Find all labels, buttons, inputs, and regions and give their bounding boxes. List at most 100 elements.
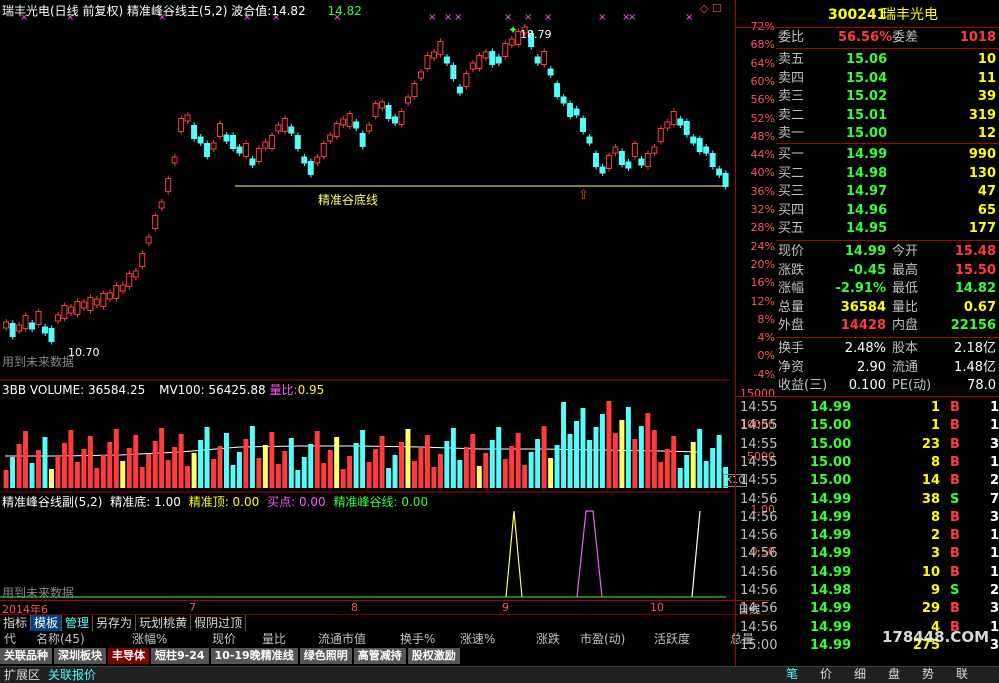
col-name[interactable]: 名称(45) [36,632,85,647]
btn-trend[interactable]: 势 [911,666,945,682]
col-price[interactable]: 现价 [212,632,236,647]
toolbar-custom2[interactable]: 假阴过顶 [191,615,247,631]
volume-bar [94,468,100,488]
bid-row[interactable]: 买五 14.95 177 [736,220,999,238]
x-axis: 2014年6 7 8 9 10 日线 [0,600,770,616]
bid-volume: 990 [968,147,996,162]
volume-bar [353,443,359,488]
volume-bar [327,450,333,488]
col-prefix: 代 [4,632,17,646]
stat-value: 22156 [950,318,996,333]
tab-shenzhen[interactable]: 深圳板块 [54,648,106,664]
tab-exec-reduce[interactable]: 高管减持 [353,648,406,664]
col-float-cap[interactable]: 流通市值 [318,632,366,647]
volume-bar [677,468,683,488]
volume-bar [710,448,716,488]
volume-bar [146,454,152,488]
toolbar-manage[interactable]: 管理 [62,615,94,631]
ask-row[interactable]: 卖三 15.02 39 [736,88,999,106]
candle [359,133,366,147]
volume-bar [625,407,631,488]
candle [87,297,94,311]
btn-detail[interactable]: 细 [843,666,877,682]
chart-corner-icons[interactable]: ◇ ☐ [700,2,722,15]
volume-bar [690,442,696,488]
tab-green-light[interactable]: 绿色照明 [299,648,352,664]
ask-row[interactable]: 卖一 15.00 12 [736,125,999,143]
candle [249,158,256,166]
stat-label: 内盘 [892,318,919,333]
btn-orderbook[interactable]: 盘 [877,666,911,682]
volume-bar [671,436,677,488]
volume-bar [3,470,9,488]
stat-label: 今开 [892,244,919,259]
candle [541,51,548,65]
candle [3,321,10,329]
btn-linked[interactable]: 联 [945,666,979,682]
sub-label-top: 精准顶: 0.00 [188,495,260,509]
tab-related[interactable]: 关联品种 [0,648,52,664]
svg-text:×: × [454,12,462,23]
svg-text:×: × [504,12,512,23]
chart-area[interactable]: × × × × × × × × × × × × × ×× × ✦ ⇧ [0,0,730,600]
toolbar-save-as[interactable]: 另存为 [93,615,137,631]
wave-value-2: 14.82 [327,4,362,18]
col-change-pct[interactable]: 涨幅% [132,632,167,647]
volume-bar [567,434,573,488]
col-activity[interactable]: 活跃度 [654,632,690,647]
candle [191,125,198,139]
toolbar-indicator[interactable]: 指标 [0,615,32,631]
ask-row[interactable]: 卖四 15.04 11 [736,70,999,88]
col-turnover[interactable]: 换手% [400,632,435,647]
volume-bar [68,430,74,488]
candle [450,65,457,79]
col-pe[interactable]: 市盈(动) [580,632,625,647]
tick-direction: B [950,473,960,489]
wc-value: 1018 [959,30,996,45]
candle [404,96,411,104]
candle [61,305,68,319]
toolbar-template[interactable]: 模板 [31,615,63,631]
bid-row[interactable]: 买三 14.97 47 [736,183,999,201]
bid-row[interactable]: 买二 14.98 130 [736,165,999,183]
ask-price: 15.02 [846,89,888,104]
candle [242,143,249,157]
ask-row[interactable]: 卖二 15.01 319 [736,107,999,125]
col-vol-ratio[interactable]: 量比 [262,632,286,647]
tick-price: 14.99 [810,637,852,653]
volume-bar [548,458,554,488]
col-change[interactable]: 涨跌 [536,632,560,647]
status-related-quote[interactable]: 关联报价 [44,667,100,683]
candle [217,123,223,137]
volume-bar [334,437,340,488]
btn-tick[interactable]: 笔 [775,666,809,682]
toolbar-custom1[interactable]: 玩划桃黄 [136,615,192,631]
tab-equity-incentive[interactable]: 股权激励 [407,648,460,664]
col-speed[interactable]: 涨速% [460,632,495,647]
tab-semiconductor[interactable]: 丰导体 [108,648,149,664]
volume-bar [301,457,307,488]
stock-code: 300241 [828,7,887,23]
volume-bar [172,447,178,488]
volume-bar [619,420,625,488]
bid-row[interactable]: 买四 14.96 65 [736,202,999,220]
candle [236,146,243,154]
candle [476,55,483,69]
ask-label: 卖五 [778,52,805,67]
tick-volume: 8 [930,454,940,470]
volume-bar [716,435,722,488]
status-extend[interactable]: 扩展区 [0,667,44,683]
candle [35,311,42,325]
tab-short-col[interactable]: 短柱9-24 [151,648,209,664]
volume-bar [217,446,223,488]
bid-label: 买四 [778,202,805,218]
tab-precise-line[interactable]: 10-19晚精准线 [210,648,298,664]
candle [722,173,729,187]
stat-value: -2.91% [835,281,887,296]
ask-row[interactable]: 卖五 15.06 10 [736,51,999,69]
btn-price[interactable]: 价 [809,666,843,682]
stat2-label: 流通 [892,359,919,375]
bid-label: 买一 [778,147,805,162]
tick-row: 14:55 15.00 1 B 1 [740,417,999,435]
bid-row[interactable]: 买一 14.99 990 [736,146,999,164]
